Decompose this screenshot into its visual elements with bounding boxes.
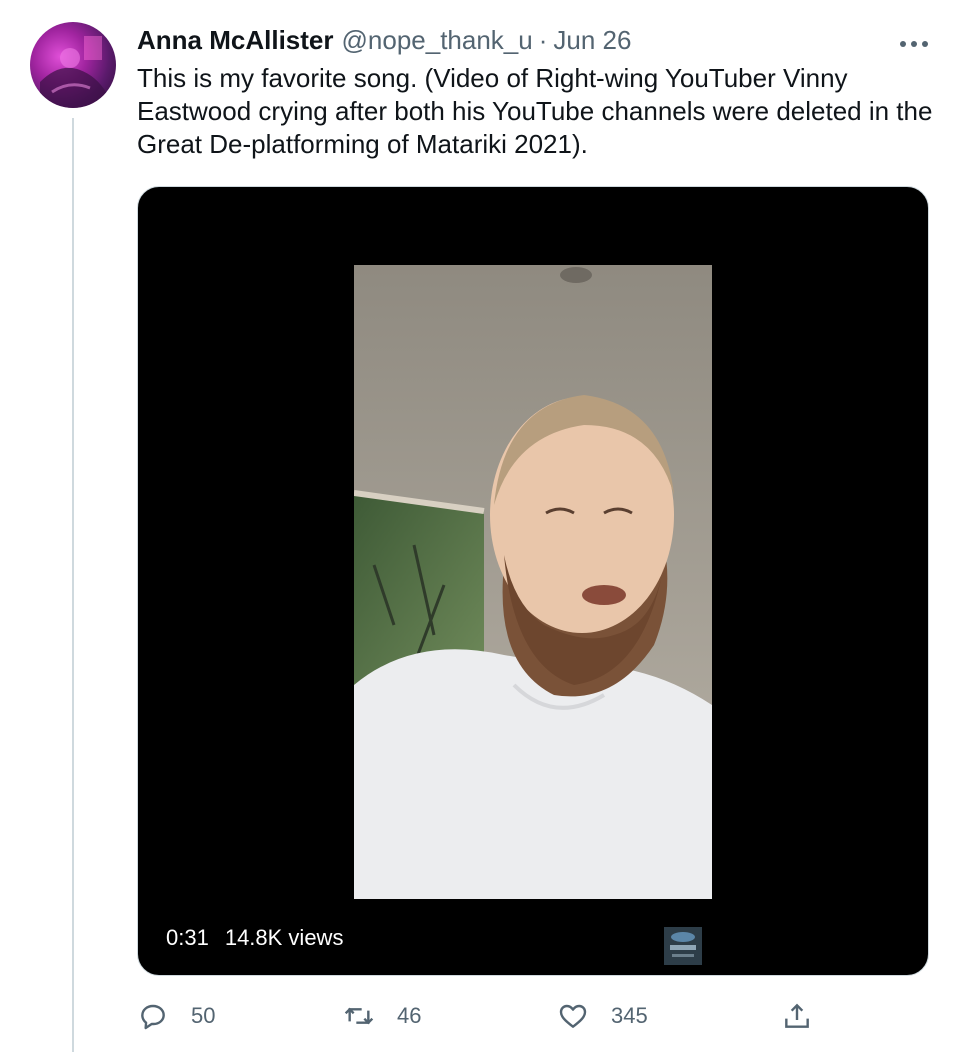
like-count: 345 — [611, 1003, 648, 1028]
video-duration: 0:31 — [166, 925, 209, 950]
display-name[interactable]: Anna McAllister — [137, 25, 334, 56]
thread-connector-line — [72, 118, 74, 1052]
reply-icon — [141, 1004, 165, 1030]
user-handle[interactable]: @nope_thank_u — [342, 25, 533, 56]
share-icon — [785, 1003, 809, 1028]
more-horizontal-icon — [900, 41, 928, 47]
video-view-count: 14.8K views — [224, 925, 344, 950]
tweet-header: Anna McAllister @nope_thank_u · Jun 26 — [137, 22, 631, 58]
tweet-page: Anna McAllister @nope_thank_u · Jun 26 T… — [0, 0, 960, 1052]
tweet-actions: 50 46 345 — [137, 996, 927, 1036]
video-thumbnail — [354, 265, 712, 899]
more-options-button[interactable] — [894, 30, 934, 58]
header-separator: · — [538, 24, 548, 55]
like-button[interactable]: 345 — [557, 996, 648, 1036]
share-button[interactable] — [781, 996, 813, 1036]
watermark-logo — [664, 927, 702, 965]
reply-count: 50 — [191, 1003, 216, 1028]
video-meta: 0:31 14.8K views — [166, 923, 343, 953]
retweet-icon — [344, 1007, 374, 1025]
retweet-button[interactable]: 46 — [343, 996, 421, 1036]
channel-watermark — [664, 927, 702, 965]
video-player[interactable]: 0:31 14.8K views — [137, 186, 929, 976]
reply-button[interactable]: 50 — [137, 996, 215, 1036]
video-frame — [354, 265, 712, 899]
tweet-text: This is my favorite song. (Video of Righ… — [137, 63, 933, 159]
tweet-date[interactable]: Jun 26 — [553, 25, 631, 56]
retweet-count: 46 — [397, 1003, 422, 1028]
heart-icon — [559, 1004, 587, 1028]
avatar-image — [40, 36, 106, 108]
avatar[interactable] — [30, 22, 116, 108]
